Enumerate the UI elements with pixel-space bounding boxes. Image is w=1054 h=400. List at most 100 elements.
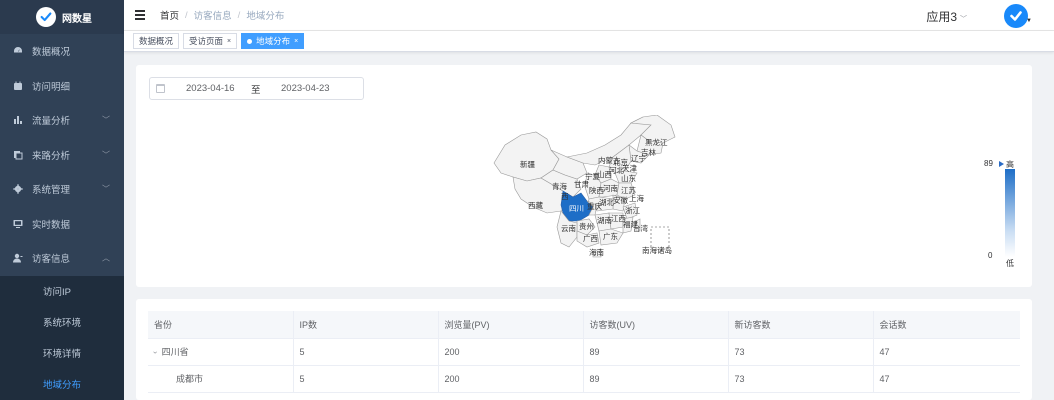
- avatar-check-icon: [1010, 11, 1022, 21]
- app-selector[interactable]: 应用3 ﹀: [926, 8, 967, 25]
- cell-province: › 四川省: [148, 338, 293, 366]
- user-icon: [12, 252, 24, 264]
- gear-icon: [12, 183, 24, 195]
- breadcrumb-visitor-info: 访客信息: [193, 11, 232, 22]
- sidebar-item-label: 系统管理: [32, 185, 71, 197]
- map-label-qinghai: 青海: [552, 181, 567, 191]
- start-date-input[interactable]: 2023-04-16: [186, 83, 235, 94]
- sidebar-item-label: 访问明细: [32, 81, 71, 93]
- map-label-yunnan: 云南: [561, 223, 576, 233]
- monitor-icon: [12, 218, 24, 230]
- breadcrumb-home[interactable]: 首页: [160, 8, 179, 22]
- active-dot-icon: [247, 38, 253, 44]
- tag-overview[interactable]: 数据概况: [133, 33, 180, 49]
- map-label-hainan: 海南: [589, 247, 604, 257]
- tag-label: 受访页面: [189, 36, 224, 46]
- sidebar-item-system[interactable]: 系统管理 ﹀: [0, 172, 124, 207]
- chevron-down-icon: ﹀: [102, 115, 110, 125]
- col-sessions: 会话数: [872, 311, 1020, 339]
- close-icon[interactable]: ×: [227, 38, 231, 45]
- cell-pv: 200: [437, 338, 583, 366]
- table-row[interactable]: 成都市 5 200 89 73 47: [148, 365, 1020, 393]
- app-logo[interactable]: 网数星: [0, 0, 124, 34]
- map-label-tibet: 西藏: [528, 200, 543, 210]
- visual-map-handle-icon[interactable]: [999, 161, 1004, 167]
- map-label-taiwan: 台湾: [633, 223, 648, 233]
- cell-uv: 89: [582, 365, 728, 393]
- map-label-tianjin: 天津: [622, 164, 637, 173]
- cell-new-visitors: 73: [727, 365, 873, 393]
- cell-pv: 200: [437, 365, 583, 393]
- breadcrumb-separator: /: [237, 9, 241, 21]
- app-selector-label: 应用3: [926, 10, 957, 24]
- map-label-south-china-sea: 南海诸岛: [642, 245, 672, 255]
- sidebar-item-label: 来路分析: [32, 150, 71, 162]
- sidebar-item-traffic[interactable]: 流量分析 ﹀: [0, 103, 124, 138]
- sidebar-item-label: 实时数据: [32, 219, 71, 231]
- col-pv: 浏览量(PV): [437, 311, 583, 339]
- col-ip: IP数: [292, 311, 438, 339]
- visual-map-max: 89: [984, 159, 993, 168]
- tag-label: 数据概况: [139, 36, 174, 46]
- end-date-input[interactable]: 2023-04-23: [281, 83, 330, 94]
- cell-sessions: 47: [872, 365, 1020, 393]
- calendar-icon: [156, 84, 165, 93]
- map-label-liaoning: 辽宁: [631, 153, 646, 163]
- chevron-down-icon: ﹀: [102, 184, 110, 194]
- caret-down-icon[interactable]: ▼: [1026, 18, 1032, 24]
- map-label-guangxi: 广西: [583, 233, 598, 243]
- cell-city: 成都市: [148, 365, 293, 393]
- close-icon[interactable]: ×: [294, 38, 298, 45]
- chevron-up-icon: ︿: [102, 253, 110, 263]
- map-label-sichuan: 四川: [569, 204, 584, 213]
- avatar[interactable]: [1004, 4, 1028, 28]
- col-uv: 访客数(UV): [582, 311, 728, 339]
- cell-ip: 5: [292, 365, 438, 393]
- submenu-item-visit-ip[interactable]: 访问IP: [0, 276, 124, 307]
- tag-region[interactable]: 地域分布 ×: [241, 33, 305, 49]
- submenu-item-system-env[interactable]: 系统环境: [0, 307, 124, 338]
- logo-text: 网数星: [62, 13, 92, 25]
- sidebar-item-overview[interactable]: 数据概况: [0, 34, 124, 69]
- visual-map-legend[interactable]: 89 高 0 低: [984, 157, 1024, 268]
- map-label-chongqing: 重庆: [587, 201, 602, 211]
- submenu-visitor-info: 访问IP 系统环境 环境详情 地域分布: [0, 275, 124, 400]
- submenu-item-region[interactable]: 地域分布: [0, 369, 124, 400]
- col-province: 省份: [148, 311, 293, 339]
- table-row[interactable]: › 四川省 5 200 89 73 47: [148, 338, 1020, 366]
- sidebar-item-label: 访客信息: [32, 254, 71, 266]
- map-label-extra: 西: [561, 192, 569, 201]
- submenu-item-env-detail[interactable]: 环境详情: [0, 338, 124, 369]
- cell-ip: 5: [292, 338, 438, 366]
- hamburger-icon[interactable]: [135, 10, 145, 20]
- cell-sessions: 47: [872, 338, 1020, 366]
- map-label-anhui: 安徽: [613, 195, 628, 205]
- sidebar-item-realtime[interactable]: 实时数据: [0, 207, 124, 242]
- navbar: 首页 / 访客信息 / 地域分布 应用3 ﹀ ▼: [124, 0, 1054, 31]
- map-label-guizhou: 贵州: [579, 221, 594, 231]
- sidebar-item-label: 流量分析: [32, 116, 71, 128]
- china-map[interactable]: 新疆 西藏 青海 甘肃 内蒙古 黑龙江 吉林 辽宁 北京 天津 河北 山西 山东…: [491, 115, 681, 260]
- chevron-down-icon: ﹀: [102, 150, 110, 160]
- table-header-row: 省份 IP数 浏览量(PV) 访客数(UV) 新访客数 会话数: [148, 311, 1020, 339]
- map-card: 2023-04-16 至 2023-04-23 新疆 西藏 青海 甘肃 内蒙古 …: [136, 65, 1032, 287]
- sidebar-item-source[interactable]: 来路分析 ﹀: [0, 138, 124, 173]
- cell-new-visitors: 73: [727, 338, 873, 366]
- dashboard-icon: [12, 45, 24, 57]
- map-label-xinjiang: 新疆: [520, 159, 535, 169]
- visual-map-min: 0: [988, 251, 993, 260]
- date-range-picker[interactable]: 2023-04-16 至 2023-04-23: [149, 77, 364, 100]
- sidebar-item-visitor-info[interactable]: 访客信息 ︿: [0, 241, 124, 276]
- cell-uv: 89: [582, 338, 728, 366]
- map-label-shanghai: 上海: [629, 193, 644, 203]
- region-table: 省份 IP数 浏览量(PV) 访客数(UV) 新访客数 会话数 › 四川省 5 2…: [148, 311, 1020, 393]
- expand-icon[interactable]: ›: [151, 351, 160, 354]
- breadcrumb: 首页 / 访客信息 / 地域分布: [160, 8, 285, 23]
- breadcrumb-current: 地域分布: [246, 11, 285, 22]
- visual-map-gradient[interactable]: [1005, 169, 1015, 257]
- tag-visited-pages[interactable]: 受访页面 ×: [183, 33, 238, 49]
- bar-chart-icon: [12, 114, 24, 126]
- sidebar-item-label: 数据概况: [32, 47, 71, 59]
- col-new-visitors: 新访客数: [727, 311, 873, 339]
- sidebar-item-visit-detail[interactable]: 访问明细: [0, 69, 124, 104]
